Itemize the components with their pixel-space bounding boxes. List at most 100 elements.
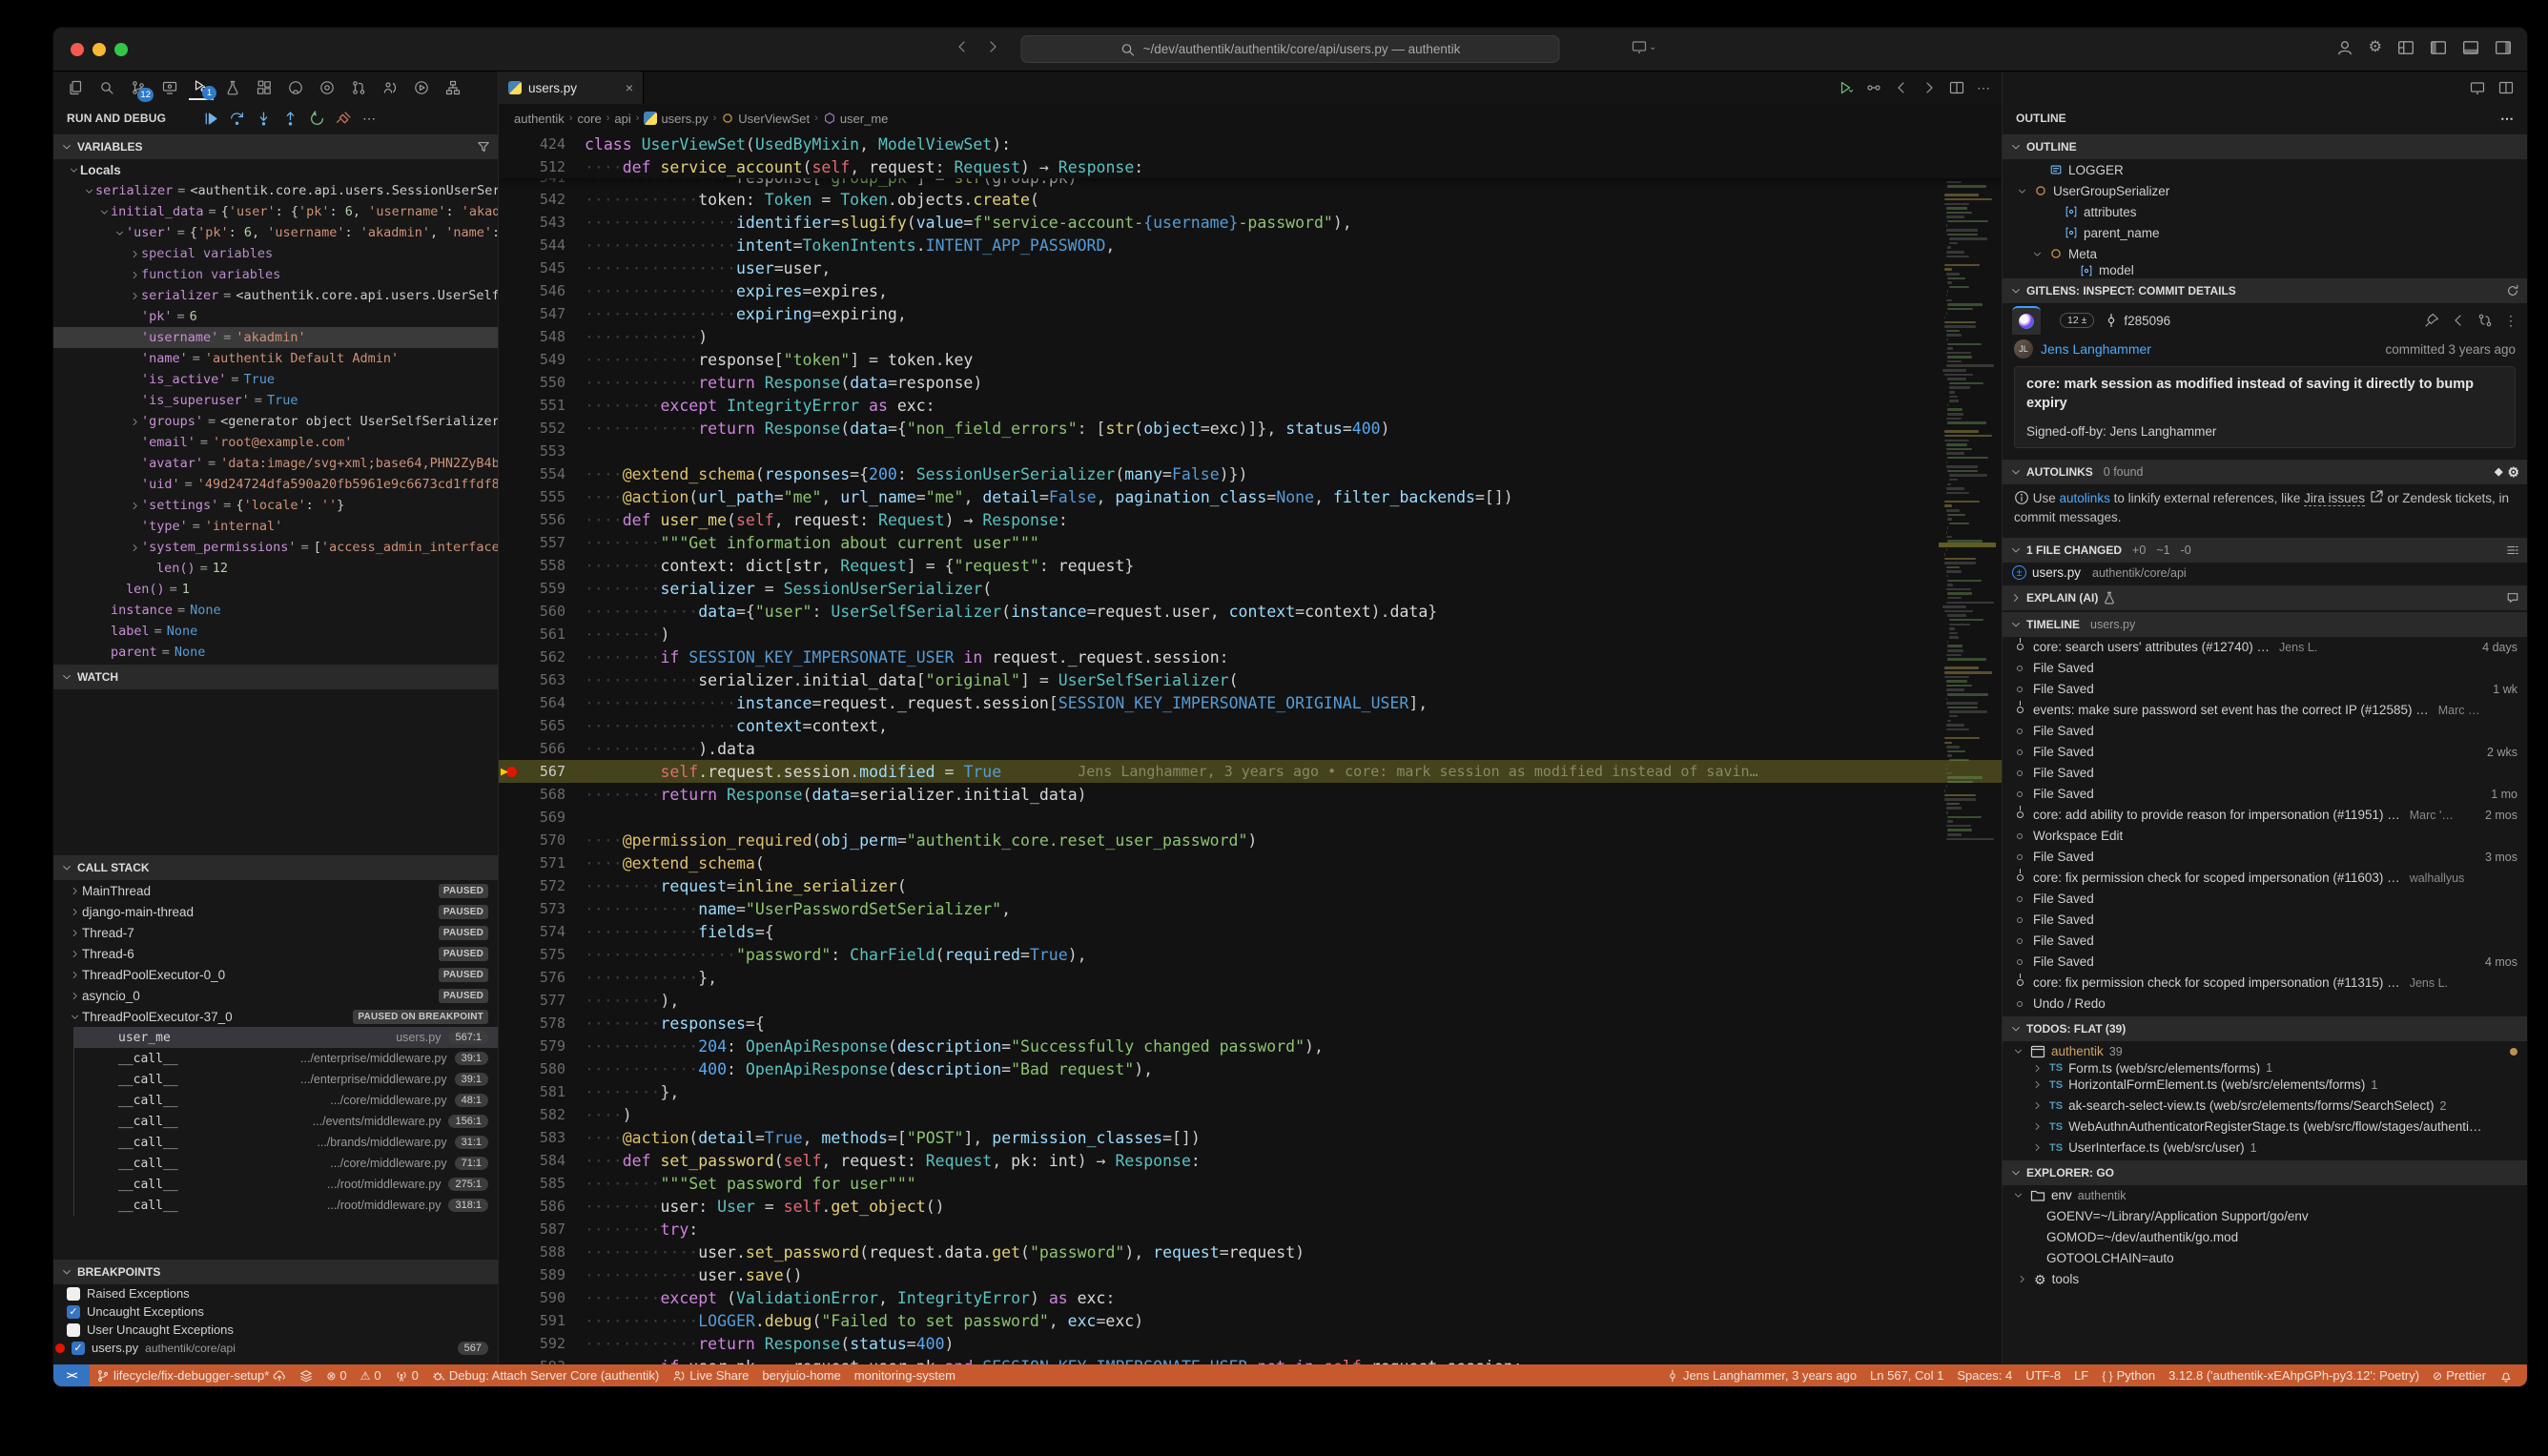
statusbar-item-debug-attach-server[interactable]: Debug: Attach Server Core (authentik) (425, 1368, 666, 1383)
code-line[interactable]: ▶567········self.request.session.modifie… (499, 760, 2002, 783)
go-back-icon[interactable] (1894, 80, 1909, 95)
callstack-thread[interactable]: django-main-threadPAUSED (53, 901, 498, 922)
activity-item-run-circle[interactable] (409, 75, 434, 100)
timeline-item[interactable]: File Saved (2003, 931, 2527, 952)
line-number[interactable]: 564 (524, 694, 565, 711)
breakpoint-checkbox[interactable]: ✓ (72, 1342, 85, 1355)
code-line[interactable]: 578········responses={ (499, 1012, 2002, 1035)
screencast-icon[interactable] (2470, 80, 2485, 95)
debug-step-into-button[interactable] (256, 111, 272, 127)
line-number[interactable]: 580 (524, 1060, 565, 1077)
feedback-icon[interactable] (2506, 591, 2519, 605)
variable-row[interactable]: len()=12 (53, 558, 498, 579)
autolink-icon[interactable]: ◆ (2495, 467, 2502, 478)
remote-indicator[interactable]: >< (53, 1364, 90, 1386)
line-number[interactable]: 588 (524, 1243, 565, 1261)
debug-step-over-button[interactable] (229, 111, 245, 127)
timeline-item[interactable]: Workspace Edit (2003, 826, 2527, 847)
code-line[interactable]: 585········"""Set password for user""" (499, 1172, 2002, 1195)
breadcrumb-item[interactable]: UserViewSet (721, 112, 810, 126)
breakpoints-section-header[interactable]: BREAKPOINTS (53, 1260, 498, 1284)
todo-file-row[interactable]: TSForm.ts (web/src/elements/forms)1 (2003, 1062, 2527, 1075)
timeline-item[interactable]: File Saved (2003, 658, 2527, 679)
watch-section-header[interactable]: WATCH (53, 665, 498, 689)
minimize-window-button[interactable] (92, 43, 106, 56)
variable-row[interactable]: 'pk'=6 (53, 306, 498, 327)
variable-row[interactable]: 'email'='root@example.com' (53, 432, 498, 453)
code-line[interactable]: 581········}, (499, 1080, 2002, 1103)
statusbar-item-prettier[interactable]: ⊘Prettier (2426, 1368, 2493, 1383)
outline-item[interactable]: LOGGER (2003, 159, 2527, 180)
statusbar-item-0[interactable]: ⊗0 (319, 1368, 353, 1383)
variable-row[interactable]: 'groups'=<generator object UserSelfSeria… (53, 411, 498, 432)
variable-row[interactable]: 'system_permissions'=['access_admin_inte… (53, 537, 498, 558)
timeline-item[interactable]: core: fix permission check for scoped im… (2003, 973, 2527, 994)
code-line[interactable]: 558········context: dict[str, Request] =… (499, 554, 2002, 577)
code-line[interactable]: 562········if SESSION_KEY_IMPERSONATE_US… (499, 646, 2002, 668)
timeline-item[interactable]: Undo / Redo (2003, 994, 2527, 1015)
statusbar-item-python[interactable]: { }Python (2095, 1368, 2162, 1383)
statusbar-item-beryjuio-home[interactable]: beryjuio-home (755, 1368, 847, 1383)
callstack-thread[interactable]: MainThreadPAUSED (53, 880, 498, 901)
code-line[interactable]: 553 (499, 440, 2002, 462)
go-env-line[interactable]: GOENV=~/Library/Application Support/go/e… (2003, 1206, 2527, 1227)
code-line[interactable]: 571····@extend_schema( (499, 851, 2002, 874)
line-number[interactable]: 577 (524, 992, 565, 1009)
pin-icon[interactable] (2424, 313, 2439, 328)
arrow-left-icon[interactable] (2451, 313, 2466, 328)
activity-item-files[interactable] (63, 75, 88, 100)
code-line[interactable]: 554····@extend_schema(responses={200: Se… (499, 462, 2002, 485)
callstack-frame[interactable]: __call__.../enterprise/middleware.py39:1 (74, 1048, 498, 1069)
todo-file-row[interactable]: TSHorizontalFormElement.ts (web/src/elem… (2003, 1075, 2527, 1096)
go-env-line[interactable]: GOMOD=~/dev/authentik/go.mod (2003, 1227, 2527, 1248)
variable-row[interactable]: Locals (53, 159, 498, 180)
explorer-go-section-header[interactable]: EXPLORER: GO (2003, 1160, 2527, 1185)
line-number[interactable]: 578 (524, 1015, 565, 1032)
statusbar-item-ln-567-col[interactable]: Ln 567, Col 1 (1863, 1368, 1950, 1383)
variable-row[interactable]: 'settings'={'locale': ''} (53, 495, 498, 516)
variable-row[interactable]: serializer=<authentik.core.api.users.Use… (53, 285, 498, 306)
code-line[interactable]: 583····@action(detail=True, methods=["PO… (499, 1126, 2002, 1149)
code-line[interactable]: 579············204: OpenApiResponse(desc… (499, 1035, 2002, 1057)
split-editor-icon[interactable] (1949, 80, 1964, 95)
line-number[interactable]: 568 (524, 786, 565, 803)
code-line[interactable]: 545················user=user, (499, 256, 2002, 279)
activity-item-extensions[interactable] (252, 75, 277, 100)
more-actions-icon[interactable]: ⋯ (2500, 112, 2514, 125)
line-number[interactable]: 575 (524, 946, 565, 963)
code-line[interactable]: 564················instance=request._req… (499, 691, 2002, 714)
commit-author-row[interactable]: JL Jens Langhammer committed 3 years ago (2003, 338, 2527, 360)
call-stack-section-header[interactable]: CALL STACK (53, 855, 498, 880)
line-number[interactable]: 554 (524, 465, 565, 482)
activity-item-hierarchy[interactable] (441, 75, 465, 100)
statusbar-item-3-12-8[interactable]: 3.12.8 ('authentik-xEAhpGPh-py3.12': Poe… (2162, 1368, 2426, 1383)
outline-item[interactable]: attributes (2003, 201, 2527, 222)
statusbar-item-utf-8[interactable]: UTF-8 (2019, 1368, 2067, 1383)
breadcrumb-item[interactable]: authentik (514, 112, 565, 126)
line-number[interactable]: 555 (524, 488, 565, 505)
code-line[interactable]: 592············return Response(status=40… (499, 1332, 2002, 1355)
line-number[interactable]: 573 (524, 900, 565, 917)
line-number[interactable]: 546 (524, 282, 565, 299)
line-number[interactable]: 553 (524, 442, 565, 460)
line-number[interactable]: 579 (524, 1037, 565, 1055)
timeline-item[interactable]: core: add ability to provide reason for … (2003, 805, 2527, 826)
todo-file-row[interactable]: TSWebAuthnAuthenticatorRegisterStage.ts … (2003, 1117, 2527, 1138)
statusbar-item[interactable] (293, 1369, 319, 1383)
close-tab-icon[interactable]: × (626, 80, 633, 95)
callstack-thread[interactable]: Thread-6PAUSED (53, 943, 498, 964)
line-number[interactable]: 584 (524, 1152, 565, 1169)
go-forward-icon[interactable] (985, 39, 1000, 54)
outline-section-header[interactable]: OUTLINE (2003, 134, 2527, 159)
code-editor[interactable]: 424class UserViewSet(UsedByMixin, ModelV… (499, 133, 2002, 1364)
code-line[interactable]: 569 (499, 806, 2002, 829)
go-tools-row[interactable]: ⚙tools (2003, 1269, 2527, 1290)
open-changes-icon[interactable] (1866, 80, 1881, 95)
code-line[interactable]: 561········) (499, 623, 2002, 646)
code-line[interactable]: 580············400: OpenApiResponse(desc… (499, 1057, 2002, 1080)
code-line[interactable]: 574············fields={ (499, 920, 2002, 943)
breakpoint-row[interactable]: Raised Exceptions (53, 1284, 498, 1302)
activity-item-pull-requests[interactable] (346, 75, 371, 100)
activity-item-search[interactable] (94, 75, 119, 100)
variable-row[interactable]: 'type'='internal' (53, 516, 498, 537)
